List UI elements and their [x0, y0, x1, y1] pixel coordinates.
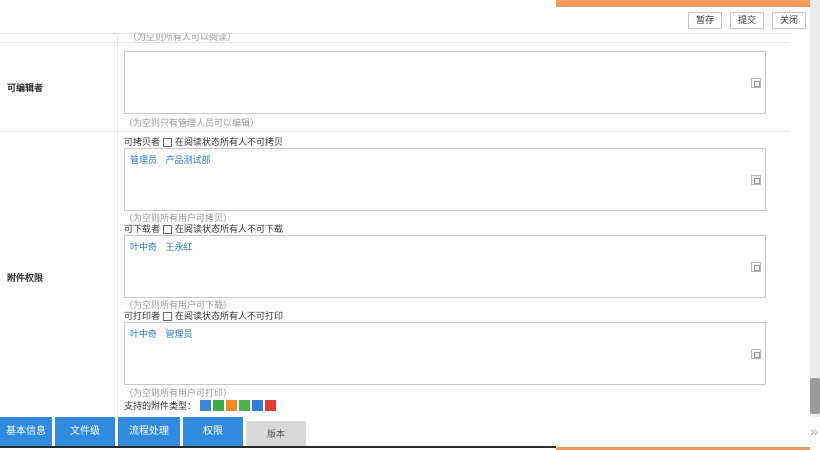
ppt-file-icon — [226, 400, 238, 411]
readers-row-tail: （为空则所有人可以阅读） — [0, 34, 790, 43]
download-hint: （为空则所有用户可下载） — [124, 300, 233, 310]
tab-version[interactable]: 版本 — [246, 421, 306, 447]
copy-group-title: 可拷贝者 在阅读状态所有人不可拷贝 — [124, 137, 284, 147]
permission-form: （为空则所有人可以阅读） 可编辑者 （为空则只有管理人员可以编辑） 附件权限 可… — [0, 33, 790, 417]
tab-file-level[interactable]: 文件级 — [55, 417, 115, 447]
copy-users-names: 管理员 产品测试部 — [130, 155, 211, 165]
address-book-icon[interactable] — [751, 349, 761, 359]
download-users-field[interactable]: 叶中奇 王永红 — [124, 235, 766, 298]
attachment-permission-row: 附件权限 可拷贝者 在阅读状态所有人不可拷贝 管理员 产品测试部 （为空则所有用… — [0, 132, 790, 417]
supported-types-label: 支持的附件类型： — [124, 401, 197, 411]
file-type-icons — [200, 400, 277, 411]
copy-users-field[interactable]: 管理员 产品测试部 — [124, 148, 766, 211]
no-download-checkbox[interactable] — [163, 224, 173, 234]
save-draft-button[interactable]: 暂存 — [687, 12, 722, 29]
no-print-checkbox[interactable] — [163, 311, 173, 321]
readers-hint: （为空则所有人可以阅读） — [128, 33, 237, 42]
tab-workflow[interactable]: 流程处理 — [118, 417, 180, 447]
excel-file-icon — [213, 400, 225, 411]
no-download-checkbox-label: 在阅读状态所有人不可下载 — [175, 224, 284, 234]
print-hint: （为空则所有用户可打印） — [124, 388, 233, 398]
attachment-permission-label: 附件权限 — [0, 132, 118, 417]
double-chevron-right-icon[interactable]: » — [810, 423, 818, 439]
print-users-names: 叶中奇 管理员 — [130, 329, 193, 339]
editors-hint: （为空则只有管理人员可以编辑） — [124, 118, 260, 128]
bottom-tab-bar: 基本信息 文件级 流程处理 权限 版本 » — [0, 417, 820, 450]
top-accent-bar — [556, 0, 810, 7]
no-copy-checkbox-label: 在阅读状态所有人不可拷贝 — [175, 137, 284, 147]
copy-hint: （为空则所有用户可拷贝） — [124, 213, 233, 223]
scrollbar-thumb[interactable] — [810, 378, 820, 414]
print-users-field[interactable]: 叶中奇 管理员 — [124, 322, 766, 385]
address-book-icon[interactable] — [751, 262, 761, 272]
vertical-scrollbar[interactable] — [810, 0, 820, 417]
editors-field[interactable] — [124, 51, 766, 114]
download-group-title: 可下载者 在阅读状态所有人不可下载 — [124, 224, 284, 234]
image-file-icon — [200, 400, 212, 411]
word-file-icon — [252, 400, 264, 411]
no-print-checkbox-label: 在阅读状态所有人不可打印 — [175, 311, 284, 321]
no-copy-checkbox[interactable] — [163, 137, 173, 147]
address-book-icon[interactable] — [751, 78, 761, 88]
print-group-title: 可打印者 在阅读状态所有人不可打印 — [124, 311, 284, 321]
project-file-icon — [239, 400, 251, 411]
tab-permission[interactable]: 权限 — [183, 417, 243, 447]
editors-label: 可编辑者 — [0, 43, 118, 131]
close-button[interactable]: 关闭 — [771, 12, 806, 29]
supported-types: 支持的附件类型： — [124, 399, 790, 412]
pdf-file-icon — [265, 400, 277, 411]
address-book-icon[interactable] — [751, 175, 761, 185]
tab-basic-info[interactable]: 基本信息 — [0, 417, 52, 447]
download-users-names: 叶中奇 王永红 — [130, 242, 193, 252]
toolbar: 暂存 提交 关闭 — [687, 12, 806, 29]
editors-row: 可编辑者 （为空则只有管理人员可以编辑） — [0, 43, 790, 132]
submit-button[interactable]: 提交 — [729, 12, 764, 29]
